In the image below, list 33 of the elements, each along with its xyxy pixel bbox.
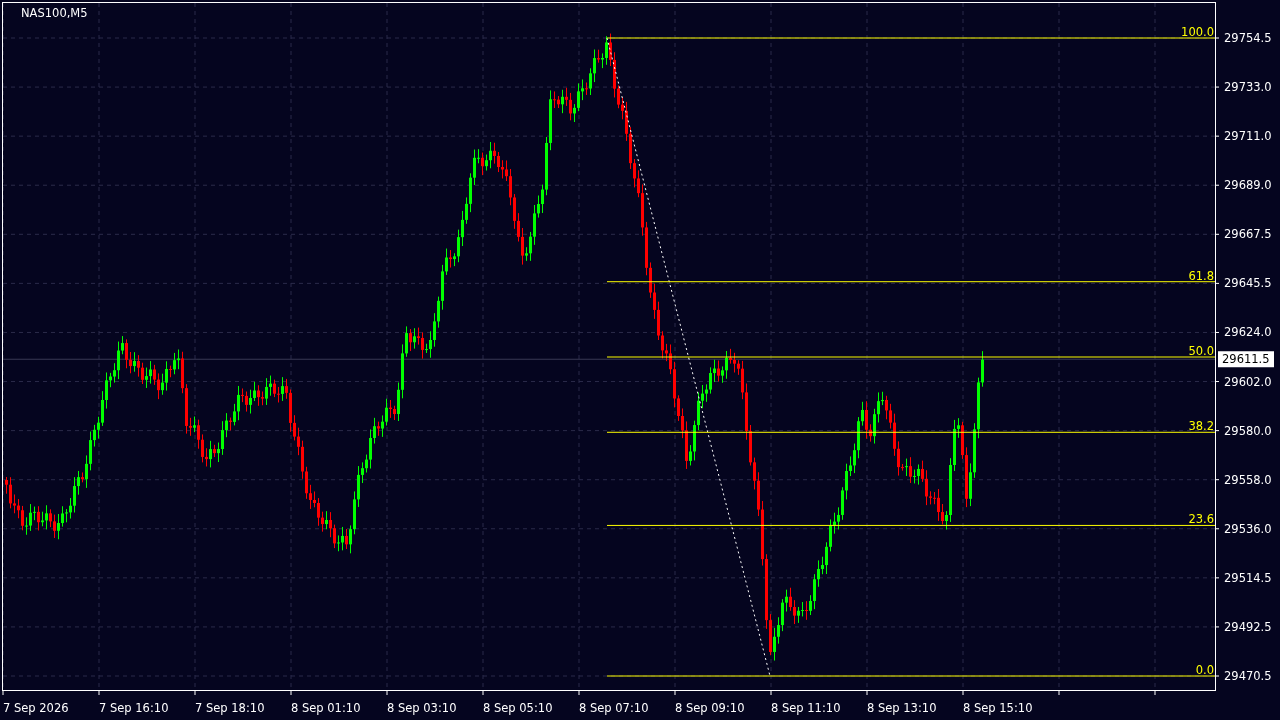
time-tick-label: 8 Sep 01:10 <box>291 701 361 715</box>
price-tick-label: 29580.0 <box>1224 423 1272 438</box>
price-tick-label: 29514.5 <box>1224 570 1272 585</box>
price-tick-label: 29602.0 <box>1224 374 1272 389</box>
fib-level-label: 38.2 <box>1188 419 1214 434</box>
price-tick-label: 29711.0 <box>1224 129 1272 144</box>
fib-level-label: 50.0 <box>1188 344 1214 358</box>
time-tick-label: 8 Sep 07:10 <box>579 701 649 715</box>
time-tick-label: 7 Sep 2026 <box>3 701 69 715</box>
fib-level-label: 0.0 <box>1195 663 1214 677</box>
price-tick-label: 29470.5 <box>1224 669 1272 683</box>
fib-level-label: 23.6 <box>1188 512 1214 527</box>
time-tick-label: 7 Sep 16:10 <box>99 701 169 715</box>
price-tick-label: 29492.5 <box>1224 619 1272 634</box>
fib-level-label: 61.8 <box>1188 268 1214 283</box>
fib-level-label: 100.0 <box>1181 25 1214 39</box>
time-tick-label: 7 Sep 18:10 <box>195 701 265 715</box>
time-tick-label: 8 Sep 13:10 <box>867 701 937 715</box>
price-tick-label: 29536.0 <box>1224 521 1272 536</box>
price-tick-label: 29645.5 <box>1224 276 1272 291</box>
price-tick-label: 29667.5 <box>1224 227 1272 242</box>
price-tick-label: 29624.0 <box>1224 325 1272 340</box>
time-tick-label: 8 Sep 15:10 <box>963 701 1033 715</box>
price-tick-label: 29689.0 <box>1224 178 1272 193</box>
current-price-tag: 29611.5 <box>1218 351 1274 368</box>
price-tick-label: 29754.5 <box>1224 31 1272 45</box>
time-tick-label: 8 Sep 11:10 <box>771 701 841 715</box>
time-tick-label: 8 Sep 05:10 <box>483 701 553 715</box>
price-tick-label: 29558.0 <box>1224 472 1272 487</box>
time-tick-label: 8 Sep 03:10 <box>387 701 457 715</box>
price-tick-label: 29733.0 <box>1224 80 1272 95</box>
chart-title: NAS100,M5 <box>21 6 88 20</box>
time-tick-label: 8 Sep 09:10 <box>675 701 745 715</box>
